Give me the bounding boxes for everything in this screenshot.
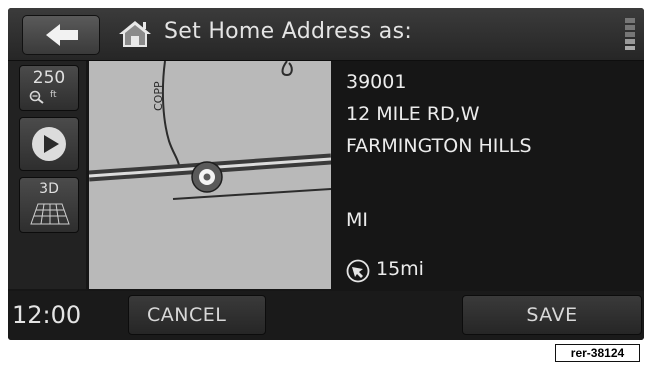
play-icon	[32, 127, 66, 161]
magnifier-icon	[29, 90, 44, 104]
address-street: 12 MILE RD,W	[346, 103, 480, 125]
address-city: FARMINGTON HILLS	[346, 135, 532, 157]
direction-icon	[346, 259, 370, 283]
page-title: Set Home Address as:	[164, 19, 413, 44]
map-controls: 250 ft 3D	[8, 61, 86, 289]
view-3d-label: 3D	[39, 181, 59, 197]
back-button[interactable]	[22, 15, 100, 55]
nav-screen: Set Home Address as: 250 ft 3D COPP 3900…	[8, 8, 644, 340]
zoom-value: 250	[32, 68, 66, 88]
map-view[interactable]: COPP	[89, 61, 331, 289]
zoom-unit: ft	[50, 90, 57, 100]
play-button[interactable]	[19, 117, 79, 171]
footer-bar: 12:00 CANCEL SAVE	[8, 291, 644, 340]
save-button[interactable]: SAVE	[462, 295, 642, 335]
cancel-button[interactable]: CANCEL	[128, 295, 266, 335]
reference-code: rer-38124	[555, 344, 640, 362]
road-label: COPP	[152, 81, 165, 111]
signal-strength-icon	[625, 18, 635, 50]
view-3d-button[interactable]: 3D	[19, 177, 79, 233]
home-icon	[119, 21, 151, 47]
address-number: 39001	[346, 71, 407, 93]
header-bar: Set Home Address as:	[8, 8, 644, 61]
back-arrow-icon	[46, 24, 78, 46]
address-state: MI	[346, 209, 368, 231]
map-roads	[89, 61, 331, 200]
zoom-button[interactable]: 250 ft	[19, 65, 79, 111]
perspective-grid-icon	[30, 203, 70, 225]
clock: 12:00	[12, 301, 82, 329]
distance-value: 15mi	[376, 258, 424, 280]
address-panel: 39001 12 MILE RD,W FARMINGTON HILLS MI 1…	[334, 61, 644, 289]
